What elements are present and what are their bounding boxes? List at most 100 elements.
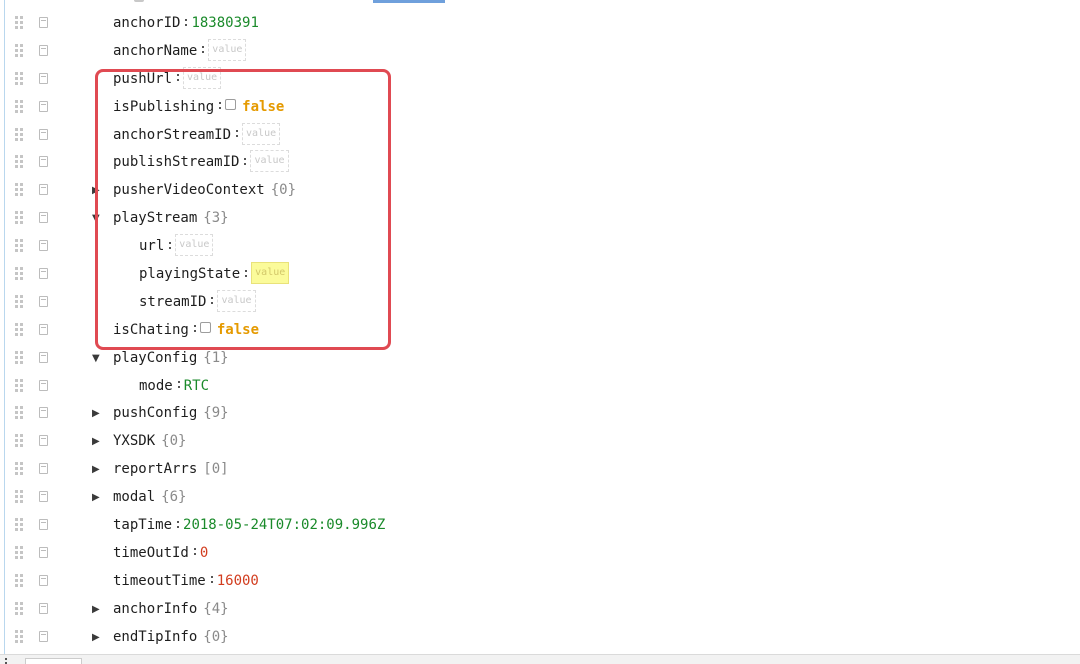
- row-box-icon[interactable]: [39, 295, 48, 307]
- row-content: isChating false: [113, 317, 259, 345]
- drag-handle-icon[interactable]: [15, 99, 25, 116]
- child-count: [0]: [203, 461, 229, 478]
- drag-handle-icon[interactable]: [15, 462, 25, 478]
- drag-handle-icon[interactable]: [15, 629, 25, 646]
- child-count: {3}: [203, 210, 229, 227]
- key-label: pushConfig: [113, 405, 198, 422]
- drag-handle-icon[interactable]: [15, 490, 25, 506]
- drag-handle-icon[interactable]: [15, 183, 25, 199]
- expand-arrow-right-icon[interactable]: ▶: [92, 177, 100, 205]
- key-label: isPublishing: [113, 98, 215, 115]
- key-label: pusherVideoContext: [113, 182, 265, 199]
- value-text[interactable]: 18380391: [191, 15, 258, 31]
- row-content: mode RTC: [139, 373, 209, 401]
- value-input[interactable]: value: [217, 289, 256, 312]
- drag-handle-icon[interactable]: [15, 434, 25, 450]
- drag-handle-icon[interactable]: [15, 322, 25, 339]
- row-box-icon[interactable]: [39, 268, 48, 280]
- expand-arrow-right-icon[interactable]: ▶: [92, 400, 100, 428]
- row-box-icon[interactable]: [39, 240, 48, 252]
- row-box-icon[interactable]: [39, 574, 48, 586]
- row-box-icon[interactable]: [39, 100, 48, 112]
- row-box-icon[interactable]: [39, 44, 48, 56]
- row-content: anchorName value: [113, 38, 247, 66]
- drag-handle-icon[interactable]: [15, 43, 25, 60]
- row-box-icon[interactable]: [39, 519, 48, 531]
- bottom-menu-icon[interactable]: [5, 658, 7, 660]
- tree-row: mode RTC: [0, 373, 1080, 401]
- drag-handle-icon[interactable]: [15, 378, 25, 395]
- drag-handle-icon[interactable]: [15, 518, 25, 534]
- row-content: isPublishing false: [113, 94, 284, 122]
- value-text[interactable]: 0: [200, 545, 208, 561]
- row-box-icon[interactable]: [39, 379, 48, 391]
- row-box-icon[interactable]: [39, 128, 48, 140]
- row-box-icon[interactable]: [39, 17, 48, 28]
- row-content: pushUrl value: [113, 66, 222, 94]
- value-input[interactable]: value: [208, 38, 247, 61]
- expand-arrow-right-icon[interactable]: ▶: [92, 484, 100, 512]
- tree-row: ▶ reportArrs [0]: [0, 456, 1080, 484]
- drag-handle-icon[interactable]: [15, 406, 25, 422]
- value-input[interactable]: value: [183, 66, 222, 89]
- expand-arrow-right-icon[interactable]: ▶: [92, 596, 100, 624]
- child-count: {4}: [203, 600, 229, 617]
- expand-arrow-right-icon[interactable]: ▶: [92, 428, 100, 456]
- colon-separator: [185, 18, 188, 27]
- value-input-highlighted[interactable]: value: [251, 262, 290, 285]
- row-box-icon[interactable]: [39, 323, 48, 335]
- value-input[interactable]: value: [242, 122, 281, 145]
- expand-arrow-down-icon[interactable]: ▼: [92, 205, 100, 233]
- tree-row: ▶ YXSDK {0}: [0, 428, 1080, 456]
- value-input[interactable]: value: [250, 150, 289, 173]
- expand-arrow-down-icon[interactable]: ▼: [92, 345, 100, 373]
- value-text[interactable]: 16000: [217, 573, 259, 589]
- tree-row: pushUrl value: [0, 66, 1080, 94]
- drag-handle-icon[interactable]: [15, 127, 25, 144]
- drag-handle-icon[interactable]: [15, 16, 25, 32]
- drag-handle-icon[interactable]: [15, 211, 25, 227]
- drag-handle-icon[interactable]: [15, 350, 25, 367]
- row-box-icon[interactable]: [39, 351, 48, 363]
- drag-handle-icon[interactable]: [15, 545, 25, 562]
- value-text[interactable]: 2018-05-24T07:02:09.996Z: [183, 517, 385, 533]
- key-label: timeoutTime: [113, 572, 206, 589]
- row-box-icon[interactable]: [39, 491, 48, 503]
- key-label: YXSDK: [113, 433, 156, 450]
- drag-handle-icon[interactable]: [15, 155, 25, 171]
- row-box-icon[interactable]: [39, 407, 48, 419]
- row-box-icon[interactable]: [39, 602, 48, 614]
- child-count: {9}: [203, 405, 229, 422]
- tree-row: anchorStreamID value: [0, 122, 1080, 150]
- key-label: anchorStreamID: [113, 126, 232, 143]
- drag-handle-icon[interactable]: [15, 601, 25, 618]
- console-tab[interactable]: [25, 658, 82, 664]
- drag-handle-icon[interactable]: [15, 294, 25, 311]
- value-text[interactable]: RTC: [184, 378, 209, 394]
- drag-handle-icon[interactable]: [15, 71, 25, 88]
- colon-separator: [219, 101, 222, 110]
- key-label: streamID: [139, 293, 207, 310]
- value-input[interactable]: value: [175, 234, 214, 257]
- row-box-icon[interactable]: [39, 184, 48, 196]
- row-box-icon[interactable]: [39, 156, 48, 168]
- row-box-icon[interactable]: [39, 463, 48, 475]
- row-box-icon[interactable]: [39, 435, 48, 447]
- row-content: streamID value: [139, 289, 256, 317]
- row-box-icon[interactable]: [39, 212, 48, 224]
- drag-handle-icon[interactable]: [15, 573, 25, 590]
- tree-row: anchorName value: [0, 38, 1080, 66]
- row-box-icon[interactable]: [39, 546, 48, 558]
- row-box-icon[interactable]: [39, 630, 48, 642]
- row-box-icon[interactable]: [39, 72, 48, 84]
- boolean-checkbox[interactable]: [199, 322, 211, 334]
- boolean-checkbox[interactable]: [225, 99, 237, 111]
- expand-arrow-right-icon[interactable]: ▶: [92, 456, 100, 484]
- expand-arrow-right-icon[interactable]: ▶: [92, 624, 100, 652]
- key-label: tapTime: [113, 517, 173, 534]
- colon-separator: [193, 547, 197, 556]
- drag-handle-icon[interactable]: [15, 267, 25, 283]
- colon-separator: [244, 157, 247, 166]
- key-label: anchorName: [113, 42, 198, 59]
- drag-handle-icon[interactable]: [15, 239, 25, 255]
